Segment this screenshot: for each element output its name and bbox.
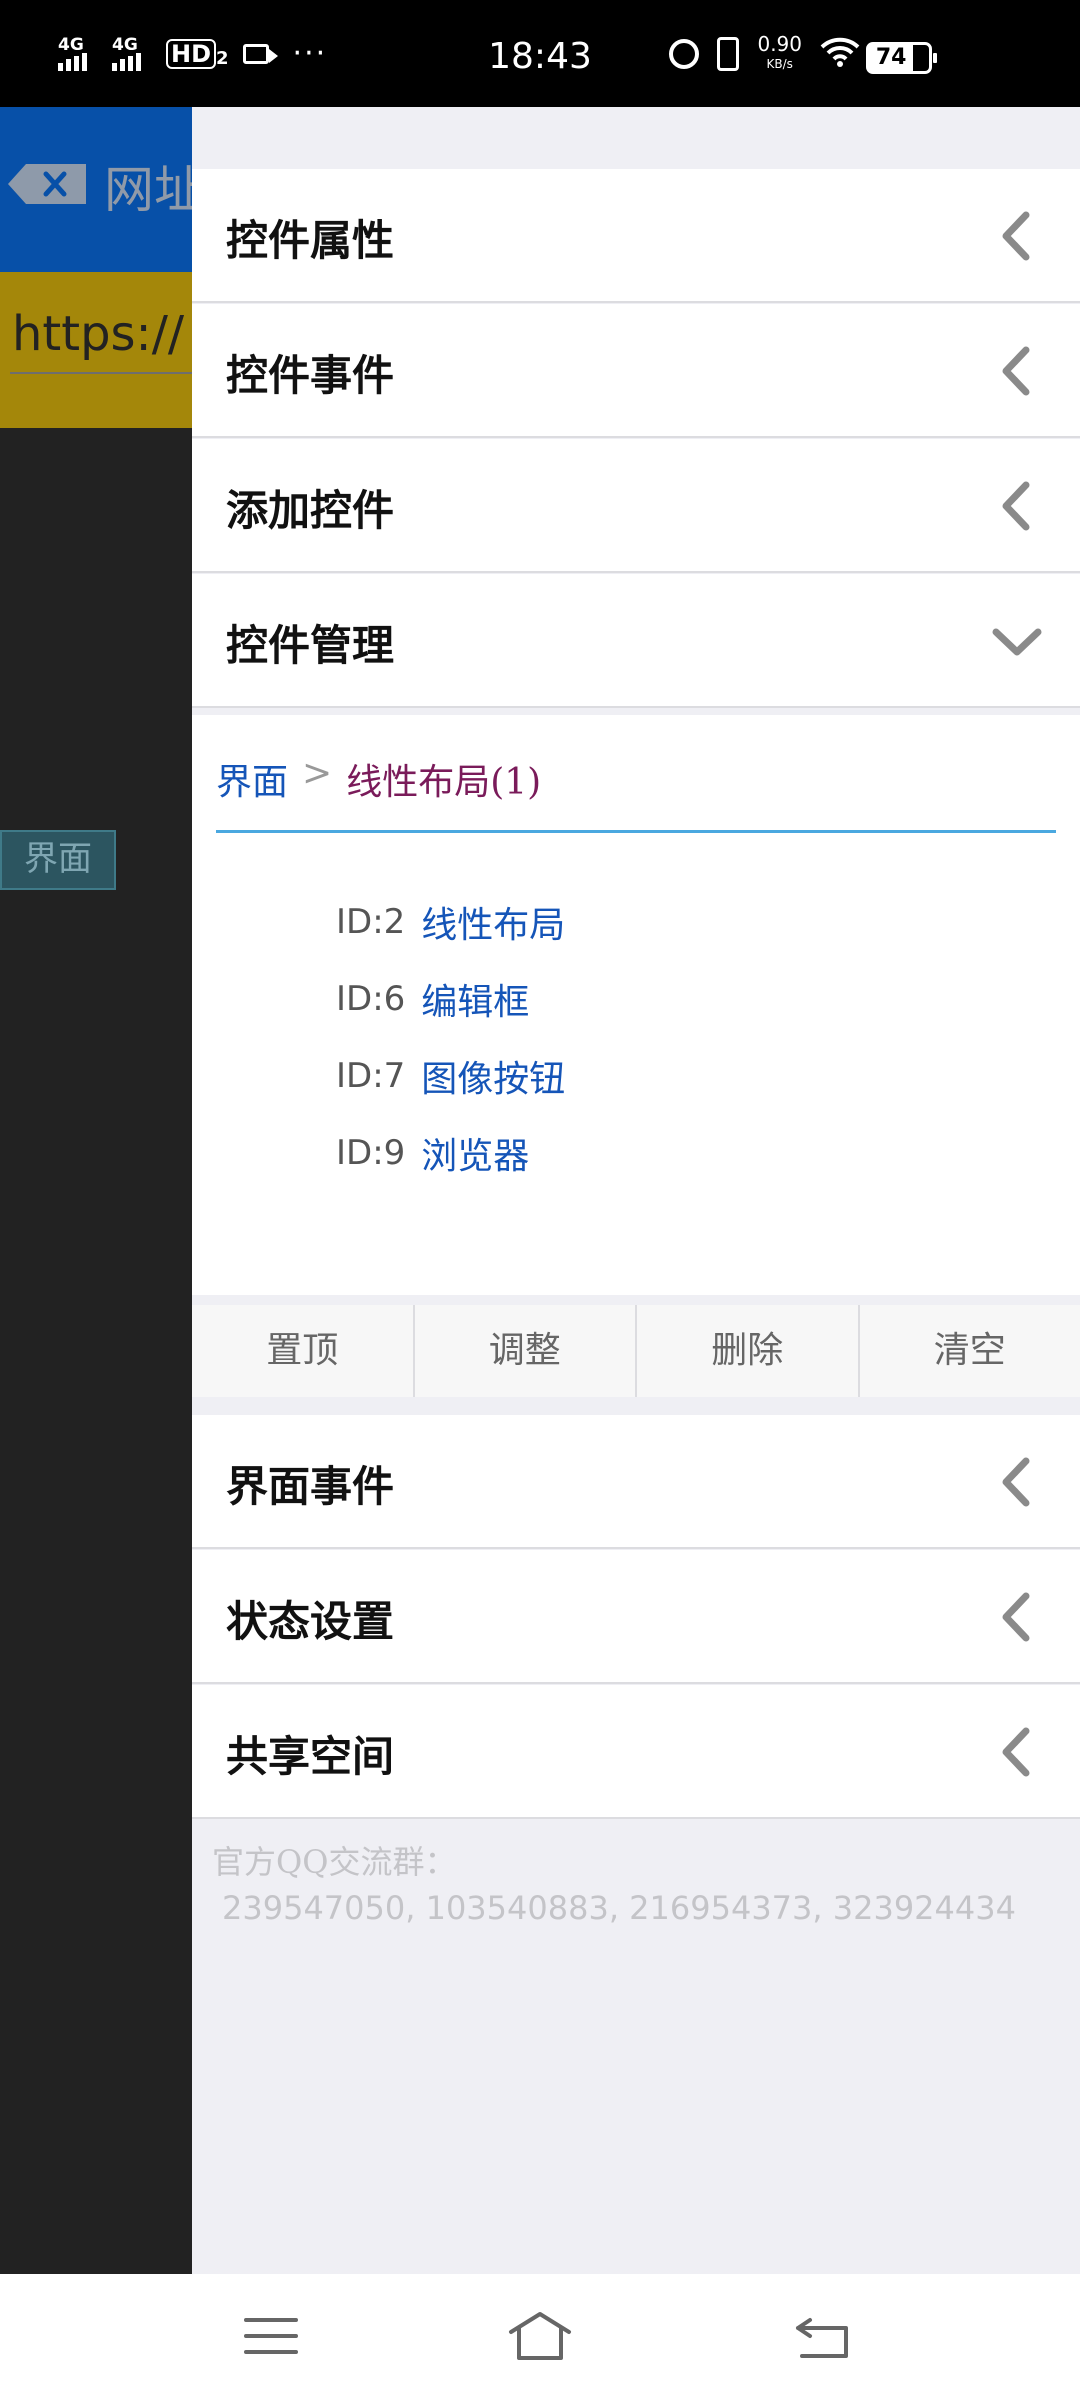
control-name[interactable]: 线性布局 (421, 896, 565, 948)
breadcrumb-separator: > (302, 753, 333, 794)
control-id: ID:7 (336, 1055, 406, 1096)
control-list: ID:2 线性布局 ID:6 编辑框 ID:7 图像按钮 ID:9 浏览器 (336, 883, 565, 1191)
control-drawer: 控件属性 控件事件 添加控件 控件管理 界面 > 线性布局(1) ID:2 线性… (192, 107, 1080, 2274)
delete-button[interactable]: 删除 (637, 1305, 860, 1397)
chevron-left-icon (996, 1725, 1036, 1779)
control-item[interactable]: ID:7 图像按钮 (336, 1037, 565, 1114)
section-control-properties[interactable]: 控件属性 (192, 169, 1080, 303)
breadcrumb-current: 线性布局(1) (346, 762, 542, 803)
breadcrumb-divider (216, 830, 1056, 833)
background-title: 网址 (104, 161, 204, 219)
breadcrumb-root[interactable]: 界面 (216, 753, 288, 805)
chevron-left-icon (996, 1590, 1036, 1644)
backspace-icon (6, 160, 90, 208)
battery-level: 74 (869, 45, 914, 71)
navigation-bar (0, 2274, 1080, 2400)
home-icon[interactable] (505, 2306, 575, 2366)
section-state-settings[interactable]: 状态设置 (192, 1550, 1080, 1684)
pin-top-button[interactable]: 置顶 (192, 1305, 415, 1397)
control-id: ID:9 (336, 1132, 406, 1173)
adjust-button[interactable]: 调整 (414, 1305, 637, 1397)
chevron-left-icon (996, 344, 1036, 398)
control-management-panel: 界面 > 线性布局(1) ID:2 线性布局 ID:6 编辑框 ID:7 图像按… (192, 715, 1080, 1295)
chevron-left-icon (996, 209, 1036, 263)
section-shared-space[interactable]: 共享空间 (192, 1685, 1080, 1819)
control-item[interactable]: ID:6 编辑框 (336, 960, 565, 1037)
control-id: ID:6 (336, 978, 406, 1019)
control-name[interactable]: 编辑框 (421, 973, 529, 1025)
back-icon[interactable] (788, 2306, 858, 2366)
background-url-field: https:// (0, 272, 192, 428)
section-control-events[interactable]: 控件事件 (192, 304, 1080, 438)
wifi-icon (820, 36, 860, 72)
chevron-left-icon (996, 479, 1036, 533)
background-tag: 界面 (0, 830, 116, 890)
status-bar: 4G 4G HD 2 ··· 18:43 0.90 KB/s 74 (0, 0, 1080, 107)
section-interface-events[interactable]: 界面事件 (192, 1415, 1080, 1549)
section-add-control[interactable]: 添加控件 (192, 439, 1080, 573)
breadcrumb: 界面 > 线性布局(1) (216, 753, 541, 805)
qq-group-numbers: 239547050, 103540883, 216954373, 3239244… (222, 1889, 1016, 1927)
control-name[interactable]: 图像按钮 (421, 1050, 565, 1102)
menu-icon[interactable] (236, 2306, 306, 2366)
battery-icon: 74 (866, 42, 937, 74)
qq-group-note: 官方QQ交流群： 239547050, 103540883, 216954373… (212, 1839, 1016, 1931)
status-right: 0.90 KB/s (669, 34, 860, 74)
control-item[interactable]: ID:2 线性布局 (336, 883, 565, 960)
section-control-management[interactable]: 控件管理 (192, 574, 1080, 708)
qq-group-label: 官方QQ交流群： (212, 1843, 457, 1881)
control-action-bar: 置顶 调整 删除 清空 (192, 1305, 1080, 1397)
control-name[interactable]: 浏览器 (421, 1127, 529, 1179)
chevron-down-icon (990, 614, 1044, 668)
clear-button[interactable]: 清空 (859, 1305, 1080, 1397)
chevron-left-icon (996, 1455, 1036, 1509)
control-id: ID:2 (336, 901, 406, 942)
network-speed: 0.90 KB/s (757, 32, 802, 71)
alarm-icon (669, 39, 700, 69)
vibrate-icon (717, 37, 740, 71)
control-item[interactable]: ID:9 浏览器 (336, 1114, 565, 1191)
